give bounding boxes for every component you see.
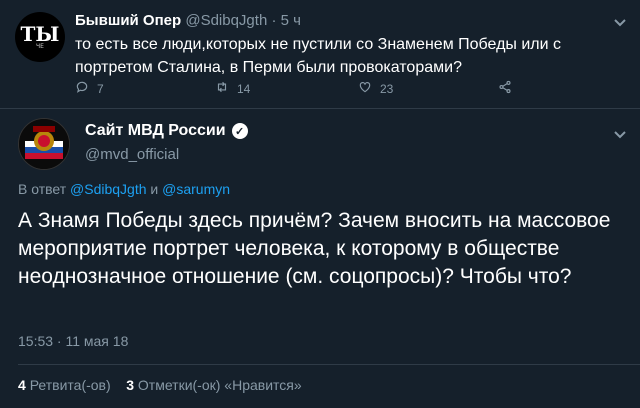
likes-stat-label: Отметки(-ок) «Нравится» [137,377,302,393]
parent-tweet[interactable]: ТЫ ЧЕ Бывший Опер @SdibqJgth · 5 ч то ес… [0,0,640,109]
like-count: 23 [380,81,394,96]
parent-author-name[interactable]: Бывший Опер [75,12,181,29]
chevron-down-icon[interactable] [614,14,626,30]
tweet-stats: 4 Ретвита(-ов) 3 Отметки(-ок) «Нравится» [18,377,302,393]
reply-mention-2[interactable]: @sarumyn [162,181,230,197]
retweet-count: 14 [237,81,251,96]
retweets-stat-count: 4 [18,377,26,393]
reply-prefix: В ответ [18,181,67,197]
mvd-author-name[interactable]: Сайт МВД России ✓ [85,122,248,140]
mvd-author-handle[interactable]: @mvd_official [85,146,179,163]
like-icon [358,80,372,97]
divider [18,364,640,365]
retweets-stat-label: Ретвита(-ов) [29,377,111,393]
likes-stat-count: 3 [126,377,135,393]
parent-tweet-actions: 7 14 23 [75,80,535,100]
chevron-down-icon[interactable] [614,126,626,142]
verified-icon: ✓ [231,123,248,139]
reply-mention-1[interactable]: @SdibqJgth [70,181,146,197]
likes-stat[interactable]: 3 Отметки(-ок) «Нравится» [126,377,301,393]
parent-tweet-age: 5 ч [280,12,301,29]
reply-action[interactable]: 7 [75,80,104,97]
share-icon [498,80,512,97]
mvd-name-text: Сайт МВД России [85,122,226,139]
parent-tweet-header: Бывший Опер @SdibqJgth · 5 ч [75,12,301,29]
parent-tweet-text: то есть все люди,которых не пустили со З… [75,36,561,76]
reply-count: 7 [97,81,104,96]
mvd-avatar[interactable] [18,118,70,170]
reply-and: и [150,181,159,197]
parent-avatar[interactable]: ТЫ ЧЕ [15,12,65,62]
header-separator: · [271,12,277,29]
tweet-timestamp: 15:53 · 11 мая 18 [18,333,129,349]
like-action[interactable]: 23 [358,80,393,97]
reply-context: В ответ @SdibqJgth и @sarumyn [18,181,230,197]
parent-author-handle[interactable]: @SdibqJgth [185,12,267,29]
reply-icon [75,80,89,97]
retweets-stat[interactable]: 4 Ретвита(-ов) [18,377,115,393]
share-action[interactable] [498,80,512,97]
retweet-action[interactable]: 14 [215,80,250,97]
main-tweet-text: А Знамя Победы здесь причём? Зачем вноси… [18,209,611,288]
retweet-icon [215,80,229,97]
